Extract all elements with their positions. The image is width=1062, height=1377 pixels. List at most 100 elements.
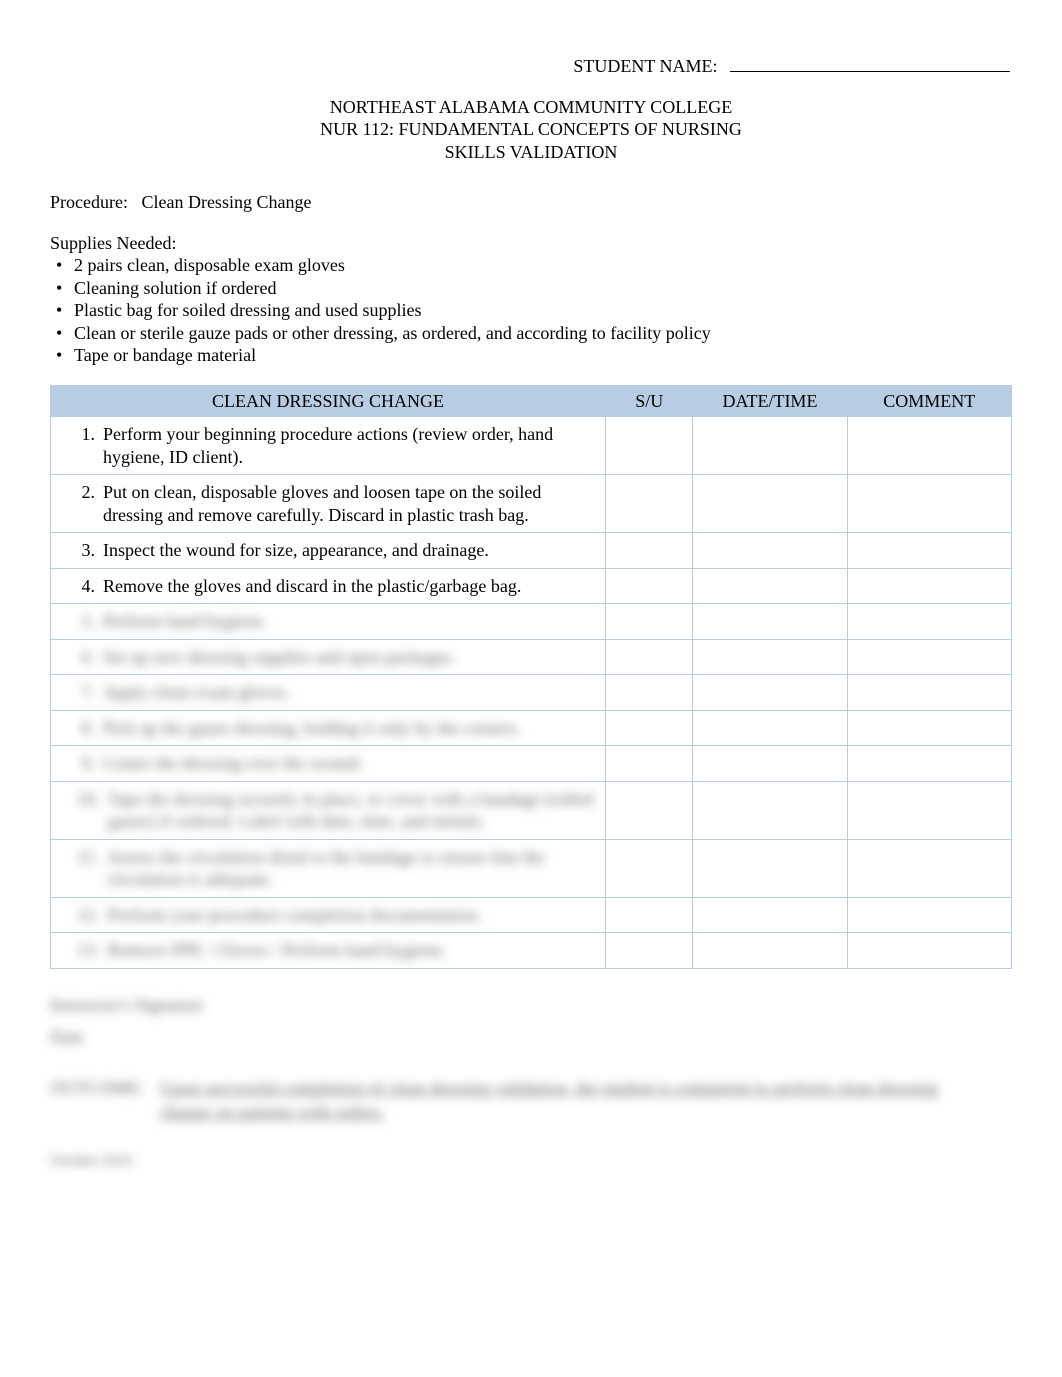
comment-cell[interactable] <box>847 781 1011 839</box>
step-text: Put on clean, disposable gloves and loos… <box>103 481 599 526</box>
step-text: Remove PPE / Gloves / Perform hand hygie… <box>108 939 600 962</box>
step-text: Apply clean exam gloves. <box>103 681 599 704</box>
comment-cell[interactable] <box>847 417 1011 475</box>
datetime-cell[interactable] <box>693 746 847 782</box>
supply-item: Tape or bandage material <box>50 344 1012 367</box>
step-text: Inspect the wound for size, appearance, … <box>103 539 599 562</box>
step-number: 12. <box>77 904 108 927</box>
step-cell: 5.Perform hand hygiene. <box>51 604 606 640</box>
comment-cell[interactable] <box>847 639 1011 675</box>
table-row: 1.Perform your beginning procedure actio… <box>51 417 1012 475</box>
step-text: Perform your beginning procedure actions… <box>103 423 599 468</box>
step-number: 2. <box>77 481 103 504</box>
table-row: 11.Assess the circulation distal to the … <box>51 839 1012 897</box>
instructor-signature-label: Instructor's Signature <box>50 989 1012 1021</box>
student-name-blank[interactable] <box>730 71 1010 72</box>
footer-date: October 2019 <box>50 1152 1012 1171</box>
supply-item: Cleaning solution if ordered <box>50 277 1012 300</box>
datetime-cell[interactable] <box>693 417 847 475</box>
step-number: 9. <box>77 752 103 775</box>
step-cell: 3.Inspect the wound for size, appearance… <box>51 533 606 569</box>
datetime-cell[interactable] <box>693 781 847 839</box>
su-cell[interactable] <box>606 604 693 640</box>
step-number: 11. <box>77 846 107 869</box>
datetime-cell[interactable] <box>693 897 847 933</box>
step-cell: 8.Pick up the gauze dressing, holding it… <box>51 710 606 746</box>
comment-cell[interactable] <box>847 839 1011 897</box>
supply-item: 2 pairs clean, disposable exam gloves <box>50 254 1012 277</box>
comment-cell[interactable] <box>847 475 1011 533</box>
step-text: Perform hand hygiene. <box>103 610 599 633</box>
step-text: Center the dressing over the wound. <box>103 752 599 775</box>
header-line-1: NORTHEAST ALABAMA COMMUNITY COLLEGE <box>50 96 1012 119</box>
su-cell[interactable] <box>606 746 693 782</box>
su-cell[interactable] <box>606 897 693 933</box>
step-number: 13. <box>77 939 108 962</box>
comment-cell[interactable] <box>847 604 1011 640</box>
supplies-label: Supplies Needed: <box>50 232 1012 255</box>
table-row: 12.Perform your procedure completion doc… <box>51 897 1012 933</box>
step-number: 6. <box>77 646 103 669</box>
table-row: 13.Remove PPE / Gloves / Perform hand hy… <box>51 933 1012 969</box>
su-cell[interactable] <box>606 781 693 839</box>
step-cell: 6.Set up new dressing supplies and open … <box>51 639 606 675</box>
datetime-cell[interactable] <box>693 933 847 969</box>
table-row: 6.Set up new dressing supplies and open … <box>51 639 1012 675</box>
comment-cell[interactable] <box>847 710 1011 746</box>
datetime-cell[interactable] <box>693 639 847 675</box>
step-cell: 2.Put on clean, disposable gloves and lo… <box>51 475 606 533</box>
su-cell[interactable] <box>606 533 693 569</box>
su-cell[interactable] <box>606 475 693 533</box>
step-number: 4. <box>77 575 103 598</box>
comment-cell[interactable] <box>847 897 1011 933</box>
su-cell[interactable] <box>606 710 693 746</box>
step-cell: 1.Perform your beginning procedure actio… <box>51 417 606 475</box>
supply-item: Plastic bag for soiled dressing and used… <box>50 299 1012 322</box>
datetime-cell[interactable] <box>693 533 847 569</box>
su-cell[interactable] <box>606 568 693 604</box>
step-text: Remove the gloves and discard in the pla… <box>103 575 599 598</box>
comment-cell[interactable] <box>847 568 1011 604</box>
outcome-block: OUTCOME: Upon successful completion of c… <box>50 1077 1012 1124</box>
step-cell: 9.Center the dressing over the wound. <box>51 746 606 782</box>
su-cell[interactable] <box>606 675 693 711</box>
datetime-cell[interactable] <box>693 710 847 746</box>
step-text: Set up new dressing supplies and open pa… <box>103 646 599 669</box>
comment-cell[interactable] <box>847 675 1011 711</box>
step-number: 5. <box>77 610 103 633</box>
step-number: 10. <box>77 788 108 811</box>
comment-cell[interactable] <box>847 746 1011 782</box>
su-cell[interactable] <box>606 933 693 969</box>
datetime-cell[interactable] <box>693 839 847 897</box>
su-cell[interactable] <box>606 639 693 675</box>
procedure-label: Procedure: <box>50 192 128 212</box>
outcome-label: OUTCOME: <box>50 1077 160 1124</box>
document-header: NORTHEAST ALABAMA COMMUNITY COLLEGE NUR … <box>50 96 1012 164</box>
step-text: Pick up the gauze dressing, holding it o… <box>103 717 599 740</box>
datetime-cell[interactable] <box>693 475 847 533</box>
step-number: 1. <box>77 423 103 446</box>
header-line-3: SKILLS VALIDATION <box>50 141 1012 164</box>
comment-cell[interactable] <box>847 533 1011 569</box>
step-text: Tape the dressing securely in place, or … <box>108 788 600 833</box>
datetime-cell[interactable] <box>693 675 847 711</box>
table-row: 7.Apply clean exam gloves. <box>51 675 1012 711</box>
datetime-cell[interactable] <box>693 604 847 640</box>
step-text: Perform your procedure completion docume… <box>108 904 600 927</box>
table-row: 3.Inspect the wound for size, appearance… <box>51 533 1012 569</box>
table-header-datetime: DATE/TIME <box>693 385 847 417</box>
procedure-line: Procedure: Clean Dressing Change <box>50 191 1012 214</box>
skills-table: CLEAN DRESSING CHANGE S/U DATE/TIME COMM… <box>50 385 1012 969</box>
datetime-cell[interactable] <box>693 568 847 604</box>
table-row: 4.Remove the gloves and discard in the p… <box>51 568 1012 604</box>
signature-block: Instructor's Signature Date <box>50 989 1012 1054</box>
comment-cell[interactable] <box>847 933 1011 969</box>
table-row: 5.Perform hand hygiene. <box>51 604 1012 640</box>
step-cell: 12.Perform your procedure completion doc… <box>51 897 606 933</box>
su-cell[interactable] <box>606 839 693 897</box>
step-text: Assess the circulation distal to the ban… <box>107 846 599 891</box>
table-header-comment: COMMENT <box>847 385 1011 417</box>
step-cell: 7.Apply clean exam gloves. <box>51 675 606 711</box>
student-name-line: STUDENT NAME: <box>50 55 1012 78</box>
su-cell[interactable] <box>606 417 693 475</box>
